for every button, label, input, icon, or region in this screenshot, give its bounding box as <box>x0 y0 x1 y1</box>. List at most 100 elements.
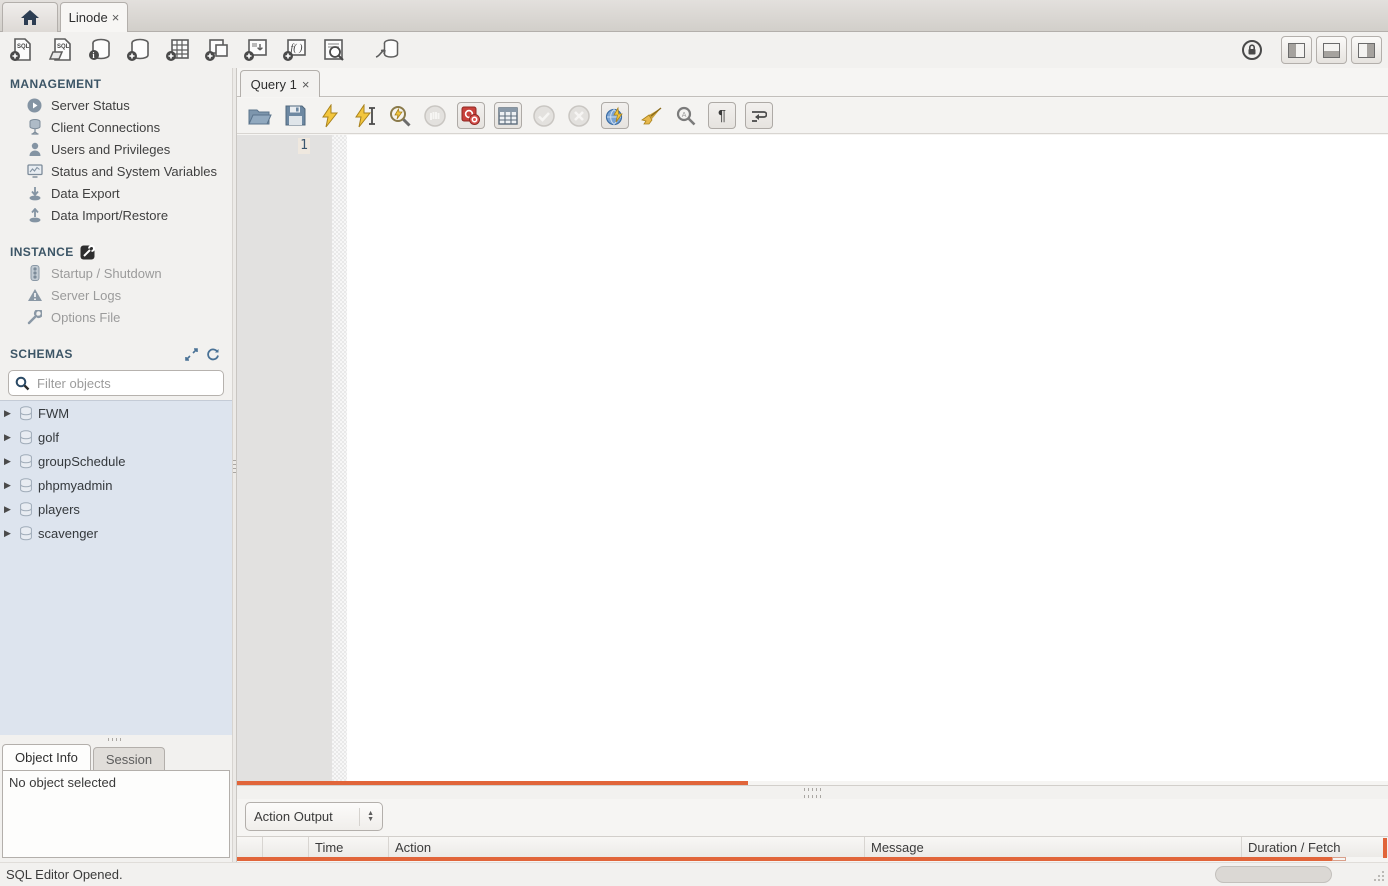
wrench-badge-icon <box>80 245 95 260</box>
statusbar: SQL Editor Opened. <box>0 862 1388 886</box>
output-horizontal-scrollbar[interactable] <box>237 857 1332 861</box>
sidebar-item-data-export[interactable]: Data Export <box>0 182 232 204</box>
schema-row-players[interactable]: ▶ players <box>0 497 232 521</box>
sidebar-item-client-connections[interactable]: Client Connections <box>0 116 232 138</box>
chevron-right-icon[interactable]: ▶ <box>4 408 14 419</box>
data-import-icon <box>26 208 43 223</box>
create-table-icon[interactable] <box>164 37 191 64</box>
item-label: Startup / Shutdown <box>51 266 162 281</box>
sidebar: MANAGEMENT Server Status Client Connecti… <box>0 68 232 862</box>
item-label: Status and System Variables <box>51 164 217 179</box>
expand-schemas-icon[interactable] <box>185 348 198 361</box>
schema-inspector-icon[interactable]: i <box>86 37 113 64</box>
action-output-label: Action Output <box>254 809 333 824</box>
close-icon[interactable]: × <box>302 78 310 91</box>
open-sql-script-icon[interactable]: SQL <box>47 37 74 64</box>
connection-tab-linode[interactable]: Linode × <box>60 2 128 32</box>
sidebar-item-users-privileges[interactable]: Users and Privileges <box>0 138 232 160</box>
execute-icon[interactable] <box>317 103 343 129</box>
chevron-right-icon[interactable]: ▶ <box>4 480 14 491</box>
chevron-right-icon[interactable]: ▶ <box>4 432 14 443</box>
home-tab[interactable] <box>2 2 58 32</box>
col-blank-1 <box>237 837 263 857</box>
col-duration-fetch[interactable]: Duration / Fetch <box>1242 837 1388 857</box>
sidebar-item-server-logs[interactable]: Server Logs <box>0 284 232 306</box>
statusbar-text: SQL Editor Opened. <box>6 867 123 882</box>
editor-text-area[interactable] <box>347 135 1388 781</box>
create-schema-icon[interactable] <box>125 37 152 64</box>
item-label: Data Export <box>51 186 120 201</box>
line-number: 1 <box>298 138 310 154</box>
sidebar-item-data-import[interactable]: Data Import/Restore <box>0 204 232 226</box>
wrap-text-toggle[interactable] <box>745 102 773 129</box>
schema-filter-box <box>8 370 224 396</box>
startup-shutdown-icon <box>26 265 43 281</box>
col-message[interactable]: Message <box>865 837 1242 857</box>
sidebar-item-server-status[interactable]: Server Status <box>0 94 232 116</box>
autocommit-toggle[interactable] <box>601 102 629 129</box>
tab-object-info[interactable]: Object Info <box>2 744 91 770</box>
output-vertical-scrollbar[interactable] <box>1383 838 1387 858</box>
schema-row-fwm[interactable]: ▶ FWM <box>0 401 232 425</box>
invisibles-toggle[interactable]: ¶ <box>708 102 736 129</box>
create-procedure-icon[interactable] <box>242 37 269 64</box>
item-label: Client Connections <box>51 120 160 135</box>
search-table-data-icon[interactable] <box>320 37 347 64</box>
schema-label: FWM <box>38 406 69 421</box>
svg-text:f( ): f( ) <box>290 43 303 54</box>
schema-label: golf <box>38 430 59 445</box>
explain-icon[interactable] <box>387 103 413 129</box>
svg-text:A: A <box>682 112 687 119</box>
open-script-icon[interactable] <box>247 103 273 129</box>
tab-label: Object Info <box>15 750 78 765</box>
commit-icon <box>531 103 557 129</box>
toggle-bottom-panel-icon[interactable] <box>1316 36 1347 64</box>
schema-row-golf[interactable]: ▶ golf <box>0 425 232 449</box>
limit-rows-toggle[interactable] <box>494 102 522 129</box>
col-action[interactable]: Action <box>389 837 865 857</box>
schema-icon <box>19 430 33 445</box>
window-resize-grip[interactable] <box>1371 869 1385 883</box>
sidebar-splitter-handle[interactable] <box>0 735 232 744</box>
item-label: Server Logs <box>51 288 121 303</box>
clear-query-icon[interactable] <box>638 103 664 129</box>
save-script-icon[interactable] <box>282 103 308 129</box>
schema-filter-input[interactable] <box>35 375 217 392</box>
svg-text:SQL: SQL <box>57 44 70 50</box>
connection-tabbar: Linode × <box>0 0 1388 32</box>
create-view-icon[interactable] <box>203 37 230 64</box>
find-icon[interactable]: A <box>673 103 699 129</box>
create-function-icon[interactable]: f( ) <box>281 37 308 64</box>
toggle-right-panel-icon[interactable] <box>1351 36 1382 64</box>
sidebar-item-options-file[interactable]: Options File <box>0 306 232 328</box>
management-title: MANAGEMENT <box>10 77 101 91</box>
tab-session[interactable]: Session <box>93 747 165 770</box>
chevron-up-down-icon: ▲▼ <box>359 808 374 826</box>
toggle-left-panel-icon[interactable] <box>1281 36 1312 64</box>
schema-row-groupschedule[interactable]: ▶ groupSchedule <box>0 449 232 473</box>
refresh-schemas-icon[interactable] <box>206 348 220 361</box>
schema-row-phpmyadmin[interactable]: ▶ phpmyadmin <box>0 473 232 497</box>
schema-row-scavenger[interactable]: ▶ scavenger <box>0 521 232 545</box>
col-time[interactable]: Time <box>309 837 389 857</box>
chevron-right-icon[interactable]: ▶ <box>4 504 14 515</box>
sidebar-item-startup-shutdown[interactable]: Startup / Shutdown <box>0 262 232 284</box>
close-icon[interactable]: × <box>112 11 120 24</box>
execute-current-icon[interactable] <box>352 103 378 129</box>
action-output-selector[interactable]: Action Output ▲▼ <box>245 802 383 831</box>
tab-query-1[interactable]: Query 1 × <box>240 70 320 97</box>
editor-output-splitter[interactable] <box>237 785 1388 799</box>
object-info-panel: No object selected <box>2 770 230 858</box>
stop-on-error-toggle[interactable] <box>457 102 485 129</box>
tab-label: Session <box>106 752 152 767</box>
sql-editor[interactable]: 1 <box>237 135 1388 781</box>
reconnect-dbms-icon[interactable] <box>373 37 400 64</box>
lock-status-icon[interactable] <box>1241 39 1263 61</box>
item-label: Options File <box>51 310 120 325</box>
sidebar-item-system-variables[interactable]: Status and System Variables <box>0 160 232 182</box>
data-export-icon <box>26 186 43 201</box>
bottom-scrollbar-thumb[interactable] <box>1215 866 1332 883</box>
chevron-right-icon[interactable]: ▶ <box>4 528 14 539</box>
new-sql-tab-icon[interactable]: SQL <box>8 37 35 64</box>
chevron-right-icon[interactable]: ▶ <box>4 456 14 467</box>
